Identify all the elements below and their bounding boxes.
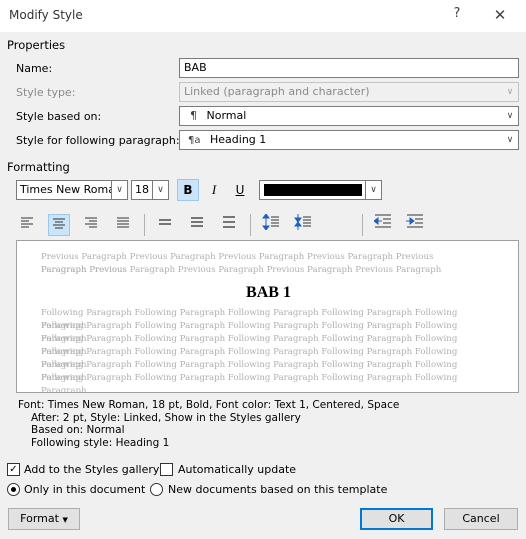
name-input[interactable]: BAB: [179, 58, 519, 78]
font-name-dropdown[interactable]: Times New Roman ∨: [16, 180, 128, 200]
add-to-gallery-label[interactable]: Add to the Styles gallery: [24, 463, 159, 476]
formatting-section-label: Formatting: [7, 160, 70, 174]
chevron-down-icon: ∨: [506, 87, 514, 97]
based-on-label: Style based on:: [16, 110, 102, 123]
chevron-down-icon[interactable]: ∨: [502, 107, 518, 125]
chevron-down-icon[interactable]: ∨: [111, 181, 127, 199]
style-preview-pane: Previous Paragraph Previous Paragraph Pr…: [16, 240, 519, 393]
font-color-dropdown[interactable]: ∨: [259, 180, 382, 200]
style-description: Font: Times New Roman, 18 pt, Bold, Font…: [18, 399, 438, 449]
based-on-dropdown[interactable]: ¶ Normal ∨: [179, 106, 519, 126]
double-spacing-icon[interactable]: [218, 214, 240, 236]
italic-button[interactable]: I: [203, 179, 225, 201]
increase-indent-icon[interactable]: [404, 214, 426, 236]
following-paragraph-value: Heading 1: [210, 133, 267, 146]
format-button-label: Format: [20, 512, 59, 525]
description-line: Following style: Heading 1: [31, 436, 170, 449]
preview-following-line: Following Paragraph Following Paragraph …: [41, 373, 458, 393]
style-type-dropdown: Linked (paragraph and character) ∨: [179, 82, 519, 102]
only-this-document-radio[interactable]: [7, 483, 20, 496]
style-type-label: Style type:: [16, 86, 76, 99]
description-line: After: 2 pt, Style: Linked, Show in the …: [31, 411, 301, 424]
preview-previous-line: Paragraph Previous Paragraph Previous Pa…: [41, 265, 442, 275]
font-size-dropdown[interactable]: 18 ∨: [131, 180, 169, 200]
underline-button[interactable]: U: [229, 179, 251, 201]
following-paragraph-dropdown[interactable]: ¶a Heading 1 ∨: [179, 130, 519, 150]
justify-icon[interactable]: [112, 214, 134, 236]
based-on-value: Normal: [206, 109, 247, 122]
align-left-icon[interactable]: [16, 214, 38, 236]
preview-sample-text: BAB 1: [246, 284, 291, 301]
single-spacing-icon[interactable]: [154, 214, 176, 236]
new-documents-label[interactable]: New documents based on this template: [168, 483, 387, 496]
help-button[interactable]: ?: [448, 6, 466, 26]
toolbar-divider: [250, 214, 251, 236]
toolbar-divider: [144, 214, 145, 236]
bold-button[interactable]: B: [177, 179, 199, 201]
style-type-value: Linked (paragraph and character): [184, 85, 370, 98]
close-button[interactable]: ✕: [490, 6, 510, 26]
ok-button[interactable]: OK: [360, 508, 433, 530]
linked-style-icon: ¶a: [188, 135, 201, 146]
increase-spacing-icon[interactable]: [260, 213, 282, 236]
properties-section-label: Properties: [7, 38, 66, 52]
chevron-down-icon[interactable]: ∨: [365, 181, 381, 199]
description-line: Based on: Normal: [31, 424, 125, 436]
format-button[interactable]: Format ▼: [8, 508, 80, 530]
chevron-down-icon[interactable]: ∨: [502, 131, 518, 149]
following-paragraph-label: Style for following paragraph:: [16, 134, 180, 147]
caret-down-icon: ▼: [62, 516, 68, 524]
auto-update-checkbox[interactable]: [160, 463, 173, 476]
add-to-gallery-checkbox[interactable]: ✓: [7, 463, 20, 476]
align-right-icon[interactable]: [80, 214, 102, 236]
dialog-title: Modify Style: [9, 8, 83, 22]
decrease-spacing-icon[interactable]: [292, 214, 314, 236]
chevron-down-icon[interactable]: ∨: [152, 181, 168, 199]
decrease-indent-icon[interactable]: [372, 214, 394, 236]
one-half-spacing-icon[interactable]: [186, 214, 208, 236]
font-size-value: 18: [135, 183, 149, 196]
toolbar-divider: [362, 214, 363, 236]
name-label: Name:: [16, 62, 53, 75]
font-color-swatch: [264, 184, 362, 196]
font-name-value: Times New Roman: [20, 183, 122, 196]
only-this-document-label[interactable]: Only in this document: [24, 483, 145, 496]
new-documents-radio[interactable]: [150, 483, 163, 496]
description-line: Font: Times New Roman, 18 pt, Bold, Font…: [18, 399, 400, 411]
align-center-icon[interactable]: [48, 214, 70, 236]
paragraph-style-icon: ¶: [190, 109, 197, 122]
cancel-button[interactable]: Cancel: [444, 508, 518, 530]
auto-update-label[interactable]: Automatically update: [178, 463, 296, 476]
